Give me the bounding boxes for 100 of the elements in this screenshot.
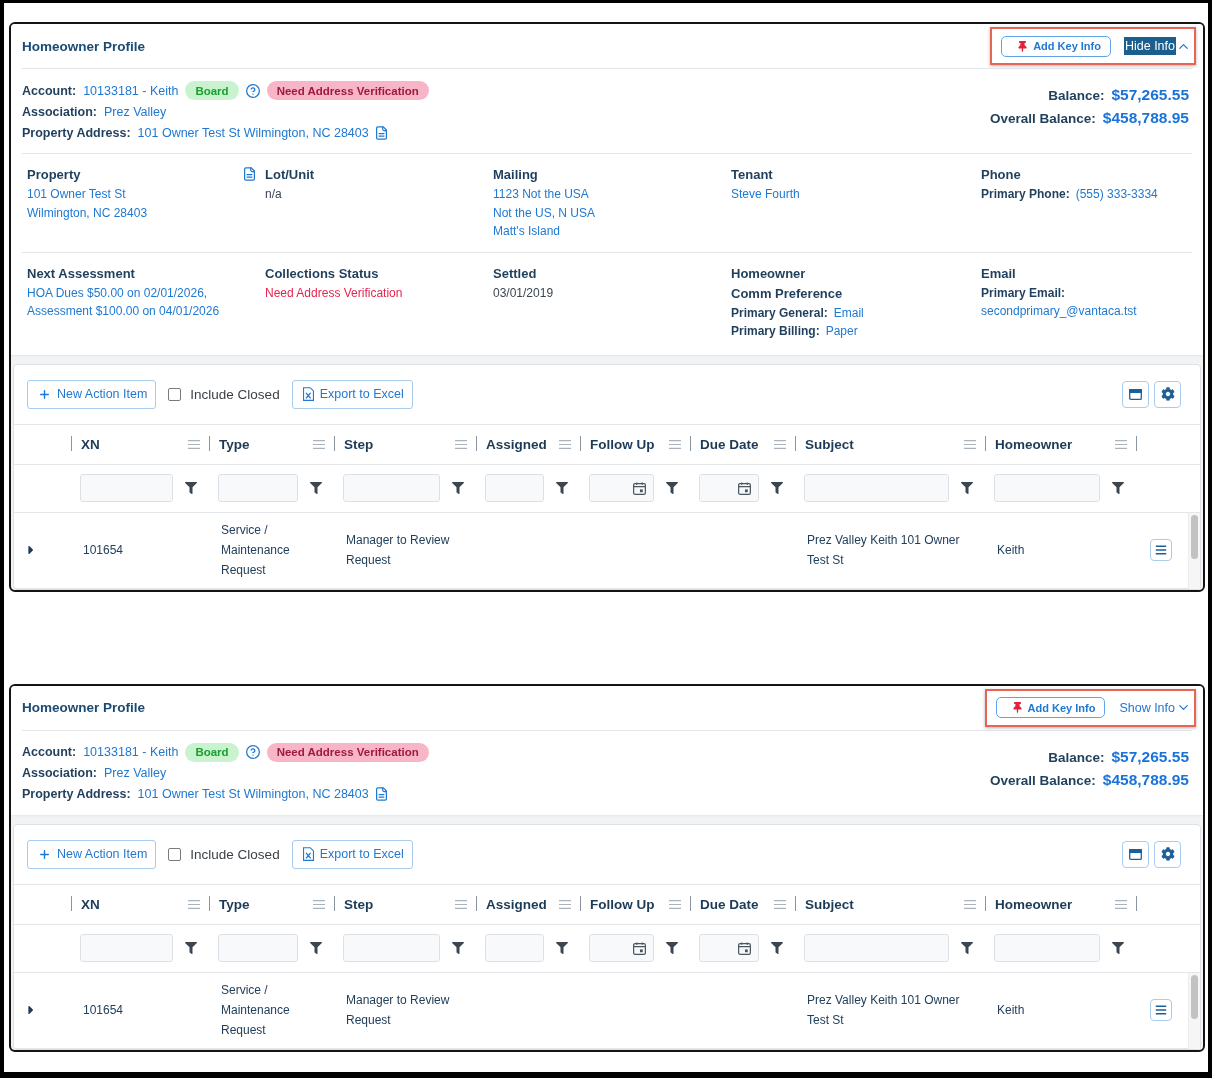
- info-toggle-button[interactable]: Hide Info: [1123, 37, 1176, 55]
- filter-input[interactable]: [218, 474, 298, 502]
- filter-icon[interactable]: [961, 482, 973, 494]
- filter-icon[interactable]: [771, 482, 783, 494]
- export-button[interactable]: Export to Excel: [291, 839, 413, 869]
- field-value-link[interactable]: 10133181 - Keith: [83, 83, 179, 98]
- detail-link[interactable]: Email: [833, 303, 864, 322]
- settings-button[interactable]: [1154, 380, 1181, 408]
- filter-icon[interactable]: [452, 482, 464, 494]
- column-header[interactable]: Step: [344, 436, 374, 452]
- date-filter-field[interactable]: [589, 474, 654, 502]
- settings-button[interactable]: [1154, 840, 1181, 868]
- detail-link[interactable]: 101 Owner Test St: [27, 185, 126, 204]
- column-header[interactable]: Follow Up: [590, 896, 655, 912]
- detail-link[interactable]: Not the US, N USA: [493, 203, 596, 222]
- filter-icon[interactable]: [771, 942, 783, 954]
- detail-link[interactable]: HOA Dues $50.00 on 02/01/2026,: [27, 283, 208, 302]
- checkbox[interactable]: [168, 847, 182, 861]
- date-filter-field[interactable]: [589, 934, 654, 962]
- filter-icon[interactable]: [556, 942, 568, 954]
- field-value-link[interactable]: 10133181 - Keith: [83, 745, 179, 759]
- document-icon[interactable]: [375, 125, 387, 140]
- column-header[interactable]: Homeowner: [995, 896, 1073, 912]
- filter-icon[interactable]: [185, 942, 197, 954]
- filter-icon[interactable]: [310, 942, 322, 954]
- calendar-icon[interactable]: [633, 481, 646, 495]
- column-header[interactable]: Due Date: [700, 896, 759, 912]
- export-button[interactable]: Export to Excel: [291, 379, 413, 409]
- filter-input[interactable]: [218, 934, 298, 962]
- calendar-icon[interactable]: [738, 481, 751, 495]
- scrollbar-thumb[interactable]: [1191, 514, 1198, 559]
- filter-icon[interactable]: [666, 942, 678, 954]
- checkbox[interactable]: [168, 387, 182, 401]
- column-header[interactable]: Follow Up: [590, 436, 655, 452]
- status-text: Need Address Verification: [265, 284, 403, 302]
- field-value-link[interactable]: Prez Valley: [104, 104, 167, 119]
- filter-icon[interactable]: [185, 482, 197, 494]
- detail-link[interactable]: Matt's Island: [493, 222, 560, 241]
- filter-icon[interactable]: [452, 942, 464, 954]
- detail-link[interactable]: (555) 333-3334: [1075, 185, 1158, 204]
- column-header[interactable]: Step: [344, 896, 374, 912]
- detail-link[interactable]: Steve Fourth: [731, 185, 800, 204]
- detail-link[interactable]: Paper: [825, 322, 858, 341]
- detail-link[interactable]: Assessment $100.00 on 04/01/2026: [27, 302, 220, 321]
- filter-input[interactable]: [485, 934, 544, 962]
- row-menu-button[interactable]: [1150, 999, 1172, 1021]
- calendar-icon[interactable]: [738, 941, 751, 955]
- column-header[interactable]: Due Date: [700, 436, 759, 452]
- table-cell-text: Keith: [997, 543, 1025, 557]
- column-header[interactable]: Subject: [805, 436, 854, 452]
- filter-icon[interactable]: [310, 482, 322, 494]
- filter-input[interactable]: [804, 474, 949, 502]
- date-filter-field[interactable]: [699, 474, 759, 502]
- scrollbar[interactable]: [1188, 512, 1200, 589]
- document-icon[interactable]: [244, 167, 255, 181]
- filter-icon[interactable]: [961, 942, 973, 954]
- document-icon[interactable]: [375, 787, 387, 801]
- filter-input[interactable]: [485, 474, 544, 502]
- column-header[interactable]: Homeowner: [995, 436, 1073, 452]
- field-value-link[interactable]: 101 Owner Test St Wilmington, NC 28403: [137, 125, 369, 140]
- layout-button[interactable]: [1122, 840, 1149, 868]
- menu-icon: [1155, 544, 1167, 556]
- column-header[interactable]: Assigned: [486, 896, 547, 912]
- filter-input[interactable]: [80, 934, 173, 962]
- section-heading: Property: [27, 166, 82, 184]
- plus-icon: [38, 387, 51, 401]
- scrollbar-thumb[interactable]: [1191, 974, 1198, 1019]
- filter-icon[interactable]: [556, 482, 568, 494]
- new-action-item-button[interactable]: New Action Item: [27, 839, 157, 869]
- filter-input[interactable]: [343, 934, 440, 962]
- column-header[interactable]: XN: [81, 436, 100, 452]
- layout-button[interactable]: [1122, 380, 1149, 408]
- info-toggle-button[interactable]: Show Info: [1118, 698, 1176, 717]
- calendar-icon[interactable]: [633, 941, 646, 955]
- add-key-info-button[interactable]: Add Key Info: [995, 697, 1106, 718]
- column-header[interactable]: Subject: [805, 896, 854, 912]
- new-action-item-button[interactable]: New Action Item: [27, 379, 157, 409]
- filter-icon[interactable]: [1112, 942, 1124, 954]
- column-header[interactable]: Assigned: [486, 436, 547, 452]
- column-header[interactable]: Type: [219, 436, 250, 452]
- date-filter-field[interactable]: [699, 934, 759, 962]
- column-header[interactable]: XN: [81, 896, 100, 912]
- detail-link[interactable]: secondprimary_@vantaca.tst: [981, 302, 1137, 321]
- filter-input[interactable]: [80, 474, 173, 502]
- field-value-link[interactable]: Prez Valley: [104, 766, 167, 780]
- help-icon[interactable]: [245, 745, 260, 759]
- help-icon[interactable]: [245, 83, 260, 98]
- filter-input[interactable]: [804, 934, 949, 962]
- detail-link[interactable]: Wilmington, NC 28403: [27, 203, 148, 222]
- filter-icon[interactable]: [666, 482, 678, 494]
- add-key-info-button[interactable]: Add Key Info: [1001, 35, 1111, 57]
- detail-link[interactable]: 1123 Not the USA: [493, 185, 589, 204]
- filter-input[interactable]: [343, 474, 440, 502]
- filter-input[interactable]: [994, 934, 1100, 962]
- filter-input[interactable]: [994, 474, 1100, 502]
- field-value-link[interactable]: 101 Owner Test St Wilmington, NC 28403: [137, 787, 369, 801]
- column-header[interactable]: Type: [219, 896, 250, 912]
- scrollbar[interactable]: [1188, 972, 1200, 1049]
- row-menu-button[interactable]: [1150, 539, 1172, 561]
- filter-icon[interactable]: [1112, 482, 1124, 494]
